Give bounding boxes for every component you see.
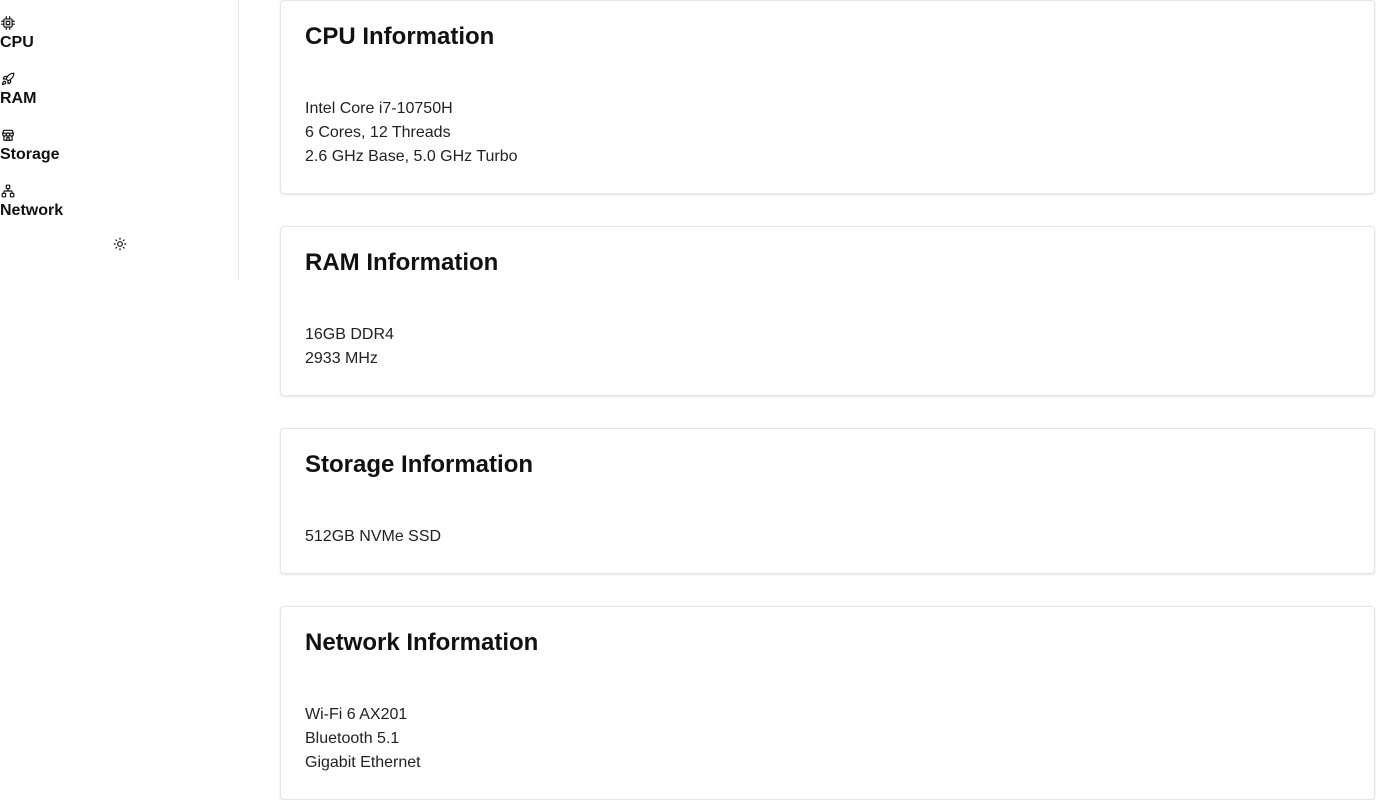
- card-title: Storage Information: [305, 451, 534, 478]
- sidebar-item-storage[interactable]: Storage: [0, 128, 200, 172]
- detail-line: Gigabit Ethernet: [305, 754, 421, 771]
- sidebar-item-ram[interactable]: RAM: [0, 72, 200, 116]
- card-title: RAM Information: [305, 249, 499, 276]
- detail-line: 2933 MHz: [305, 350, 378, 367]
- card-details: Intel Core i7-10750H 6 Cores, 12 Threads…: [305, 97, 518, 169]
- ram-info-card: RAM Information 16GB DDR4 2933 MHz: [280, 226, 1375, 396]
- sidebar-item-network[interactable]: Network: [0, 184, 200, 228]
- card-details: Wi-Fi 6 AX201 Bluetooth 5.1 Gigabit Ethe…: [305, 703, 421, 775]
- sun-icon: [113, 237, 127, 251]
- sidebar-item-cpu[interactable]: CPU: [0, 16, 200, 60]
- sidebar-item-label: Storage: [0, 146, 60, 163]
- card-details: 16GB DDR4 2933 MHz: [305, 323, 394, 371]
- detail-line: Wi-Fi 6 AX201: [305, 706, 408, 723]
- sidebar: CPU RAM Storage Network: [0, 0, 239, 280]
- network-icon: [1, 184, 15, 198]
- detail-line: 512GB NVMe SSD: [305, 528, 442, 545]
- sidebar-item-label: RAM: [0, 90, 37, 107]
- detail-line: Intel Core i7-10750H: [305, 100, 453, 117]
- detail-line: 6 Cores, 12 Threads: [305, 124, 451, 141]
- storage-info-card: Storage Information 512GB NVMe SSD: [280, 428, 1375, 574]
- card-title: CPU Information: [305, 23, 495, 50]
- store-icon: [1, 128, 15, 142]
- card-title: Network Information: [305, 629, 539, 656]
- detail-line: 2.6 GHz Base, 5.0 GHz Turbo: [305, 148, 518, 165]
- sidebar-item-label: Network: [0, 202, 64, 219]
- card-details: 512GB NVMe SSD: [305, 525, 441, 549]
- cpu-icon: [1, 16, 15, 30]
- detail-line: 16GB DDR4: [305, 326, 394, 343]
- rocket-icon: [1, 72, 15, 86]
- detail-line: Bluetooth 5.1: [305, 730, 400, 747]
- network-info-card: Network Information Wi-Fi 6 AX201 Blueto…: [280, 606, 1375, 800]
- cpu-info-card: CPU Information Intel Core i7-10750H 6 C…: [280, 0, 1375, 194]
- sidebar-item-label: CPU: [0, 34, 34, 51]
- theme-toggle-button[interactable]: [113, 237, 127, 251]
